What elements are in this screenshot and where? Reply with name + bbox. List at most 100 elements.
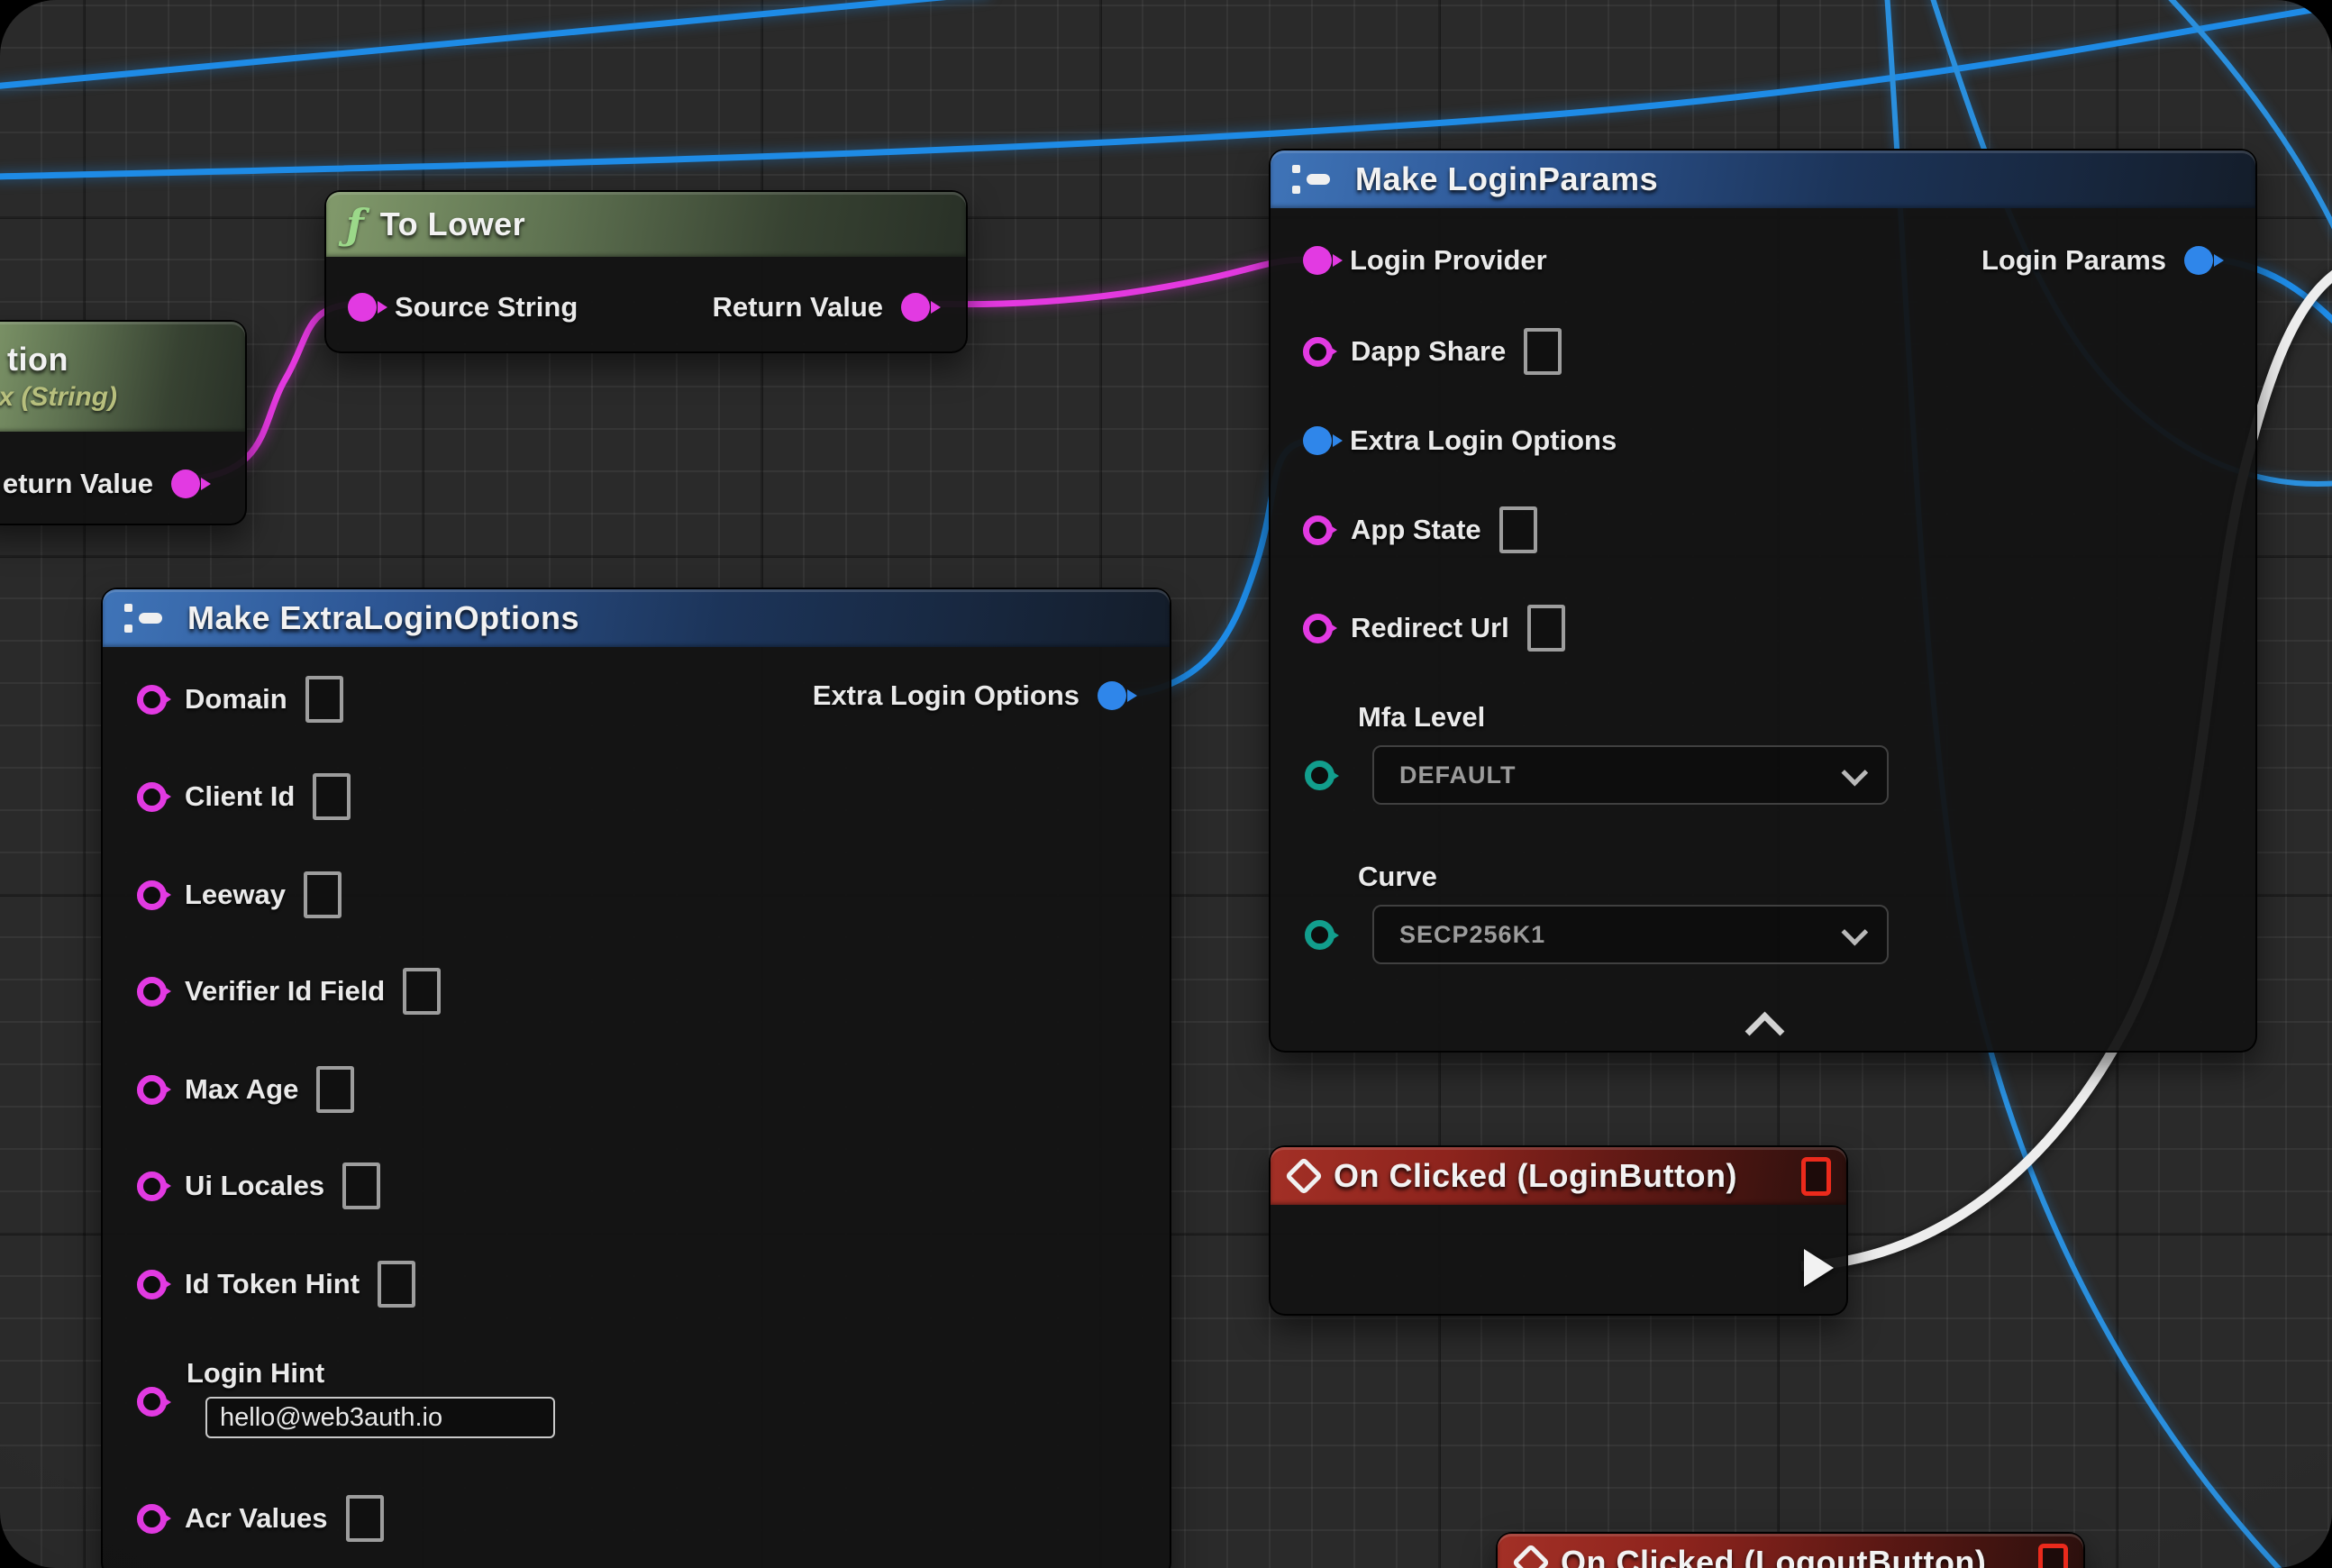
pin-label: Client Id bbox=[185, 780, 295, 813]
node-header[interactable]: On Clicked (LogoutButton) bbox=[1498, 1534, 2083, 1568]
mfa-level-dropdown[interactable]: DEFAULT bbox=[1372, 745, 1889, 805]
pin-label: Acr Values bbox=[185, 1502, 328, 1535]
pin-label: Extra Login Options bbox=[1350, 424, 1617, 457]
curve-label: Curve bbox=[1358, 861, 1437, 893]
pin-row: Id Token Hint bbox=[103, 1257, 1170, 1311]
pin-label: Login Params bbox=[1981, 244, 2166, 277]
delegate-pin[interactable] bbox=[2038, 1544, 2068, 1568]
node-title: Make ExtraLoginOptions bbox=[187, 599, 579, 637]
pin-mfa-level-input[interactable] bbox=[1305, 761, 1335, 790]
max-age-checkbox[interactable] bbox=[316, 1066, 354, 1113]
pin-row: Dapp Share bbox=[1271, 324, 2255, 378]
chevron-down-icon bbox=[1841, 918, 1868, 945]
node-to-lower[interactable]: ƒ To Lower Source String Return Value bbox=[324, 190, 968, 353]
node-title: To Lower bbox=[380, 205, 525, 243]
node-make-login-params[interactable]: Make LoginParams Login Provider Dapp Sha… bbox=[1269, 149, 2257, 1053]
pin-row: Ui Locales bbox=[103, 1159, 1170, 1213]
pin-extra-login-options-output[interactable] bbox=[1098, 681, 1126, 710]
pin-app-state-input[interactable] bbox=[1303, 515, 1333, 545]
node-title: tion bbox=[7, 341, 68, 378]
pin-label: App State bbox=[1351, 514, 1481, 546]
pin-row: Extra Login Options bbox=[1271, 414, 2255, 468]
pin-label: Return Value bbox=[713, 291, 884, 324]
login-hint-field[interactable] bbox=[205, 1397, 555, 1438]
pin-label: eturn Value bbox=[3, 468, 153, 500]
exec-output-pin[interactable] bbox=[1804, 1249, 1834, 1287]
chevron-down-icon bbox=[1841, 759, 1868, 786]
pin-row: Extra Login Options bbox=[103, 669, 1170, 723]
pin-login-hint-input[interactable] bbox=[137, 1387, 167, 1417]
collapse-node-chevron[interactable] bbox=[1745, 1012, 1785, 1052]
ui-locales-checkbox[interactable] bbox=[342, 1162, 380, 1209]
pin-row: Max Age bbox=[103, 1062, 1170, 1117]
pin-label: Max Age bbox=[185, 1073, 298, 1106]
pin-label: Dapp Share bbox=[1351, 335, 1506, 368]
screenshot-stage: tion ox (String) eturn Value ƒ To Lower … bbox=[0, 0, 2332, 1568]
node-make-extra-login-options[interactable]: Make ExtraLoginOptions Domain Client Id … bbox=[101, 588, 1171, 1568]
node-on-clicked-logout-button[interactable]: On Clicked (LogoutButton) bbox=[1496, 1532, 2085, 1568]
pin-label: Id Token Hint bbox=[185, 1268, 360, 1300]
node-title: Make LoginParams bbox=[1355, 160, 1658, 198]
pin-ui-locales-input[interactable] bbox=[137, 1171, 167, 1201]
id-token-hint-checkbox[interactable] bbox=[378, 1261, 415, 1308]
mfa-level-label: Mfa Level bbox=[1358, 701, 1485, 734]
wire-tolower-to-provider bbox=[922, 260, 1309, 305]
client-id-checkbox[interactable] bbox=[313, 773, 351, 820]
node-title: On Clicked (LogoutButton) bbox=[1561, 1544, 1986, 1568]
pin-verifier-id-field-input[interactable] bbox=[137, 977, 167, 1007]
pin-id-token-hint-input[interactable] bbox=[137, 1270, 167, 1299]
pin-redirect-url-input[interactable] bbox=[1303, 614, 1333, 643]
pin-curve-input[interactable] bbox=[1305, 920, 1335, 950]
make-struct-icon bbox=[123, 600, 171, 636]
pin-acr-values-input[interactable] bbox=[137, 1504, 167, 1534]
dropdown-value: SECP256K1 bbox=[1399, 921, 1545, 949]
pin-row: eturn Value bbox=[0, 457, 245, 511]
node-header[interactable]: Make ExtraLoginOptions bbox=[103, 589, 1170, 647]
node-on-clicked-login-button[interactable]: On Clicked (LoginButton) bbox=[1269, 1145, 1848, 1316]
node-header[interactable]: tion ox (String) bbox=[0, 322, 245, 432]
pin-dapp-share-input[interactable] bbox=[1303, 337, 1333, 367]
pin-max-age-input[interactable] bbox=[137, 1075, 167, 1105]
pin-login-params-output[interactable] bbox=[2184, 246, 2213, 275]
dapp-share-checkbox[interactable] bbox=[1524, 328, 1562, 375]
pin-row: Return Value bbox=[326, 280, 966, 334]
pin-label: Extra Login Options bbox=[813, 679, 1079, 712]
node-title: On Clicked (LoginButton) bbox=[1334, 1157, 1737, 1195]
pin-label: Leeway bbox=[185, 879, 286, 911]
pin-label: Ui Locales bbox=[185, 1170, 324, 1202]
app-state-checkbox[interactable] bbox=[1499, 506, 1537, 553]
node-partial-function[interactable]: tion ox (String) eturn Value bbox=[0, 320, 247, 525]
pin-row: Redirect Url bbox=[1271, 601, 2255, 655]
pin-extra-login-options-input[interactable] bbox=[1303, 426, 1332, 455]
pin-return-value-output[interactable] bbox=[171, 469, 200, 498]
verifier-id-field-checkbox[interactable] bbox=[403, 968, 441, 1015]
acr-values-checkbox[interactable] bbox=[346, 1495, 384, 1542]
redirect-url-checkbox[interactable] bbox=[1527, 605, 1565, 652]
pin-label: Verifier Id Field bbox=[185, 975, 385, 1007]
node-subtitle: ox (String) bbox=[0, 382, 117, 413]
pin-label: Redirect Url bbox=[1351, 612, 1509, 644]
pin-row: Client Id bbox=[103, 770, 1170, 824]
login-hint-label: Login Hint bbox=[187, 1357, 324, 1390]
delegate-pin[interactable] bbox=[1801, 1157, 1831, 1196]
pin-return-value-output[interactable] bbox=[901, 293, 930, 322]
wire-blue-diagonal-1 bbox=[0, 0, 989, 87]
dropdown-value: DEFAULT bbox=[1399, 761, 1517, 789]
pin-client-id-input[interactable] bbox=[137, 782, 167, 812]
pin-row: Login Params bbox=[1271, 233, 2255, 287]
blueprint-canvas[interactable]: tion ox (String) eturn Value ƒ To Lower … bbox=[0, 0, 2332, 1568]
pin-row: Acr Values bbox=[103, 1491, 1170, 1545]
pin-leeway-input[interactable] bbox=[137, 880, 167, 910]
event-icon bbox=[1285, 1157, 1323, 1195]
node-header[interactable]: Make LoginParams bbox=[1271, 150, 2255, 208]
pin-row: Leeway bbox=[103, 868, 1170, 922]
function-icon: ƒ bbox=[346, 204, 364, 245]
node-header[interactable]: On Clicked (LoginButton) bbox=[1271, 1147, 1846, 1205]
event-icon bbox=[1512, 1544, 1550, 1568]
leeway-checkbox[interactable] bbox=[304, 871, 342, 918]
pin-row: App State bbox=[1271, 503, 2255, 557]
curve-dropdown[interactable]: SECP256K1 bbox=[1372, 905, 1889, 964]
pin-row: Verifier Id Field bbox=[103, 964, 1170, 1018]
make-struct-icon bbox=[1290, 161, 1339, 197]
node-header[interactable]: ƒ To Lower bbox=[326, 192, 966, 257]
